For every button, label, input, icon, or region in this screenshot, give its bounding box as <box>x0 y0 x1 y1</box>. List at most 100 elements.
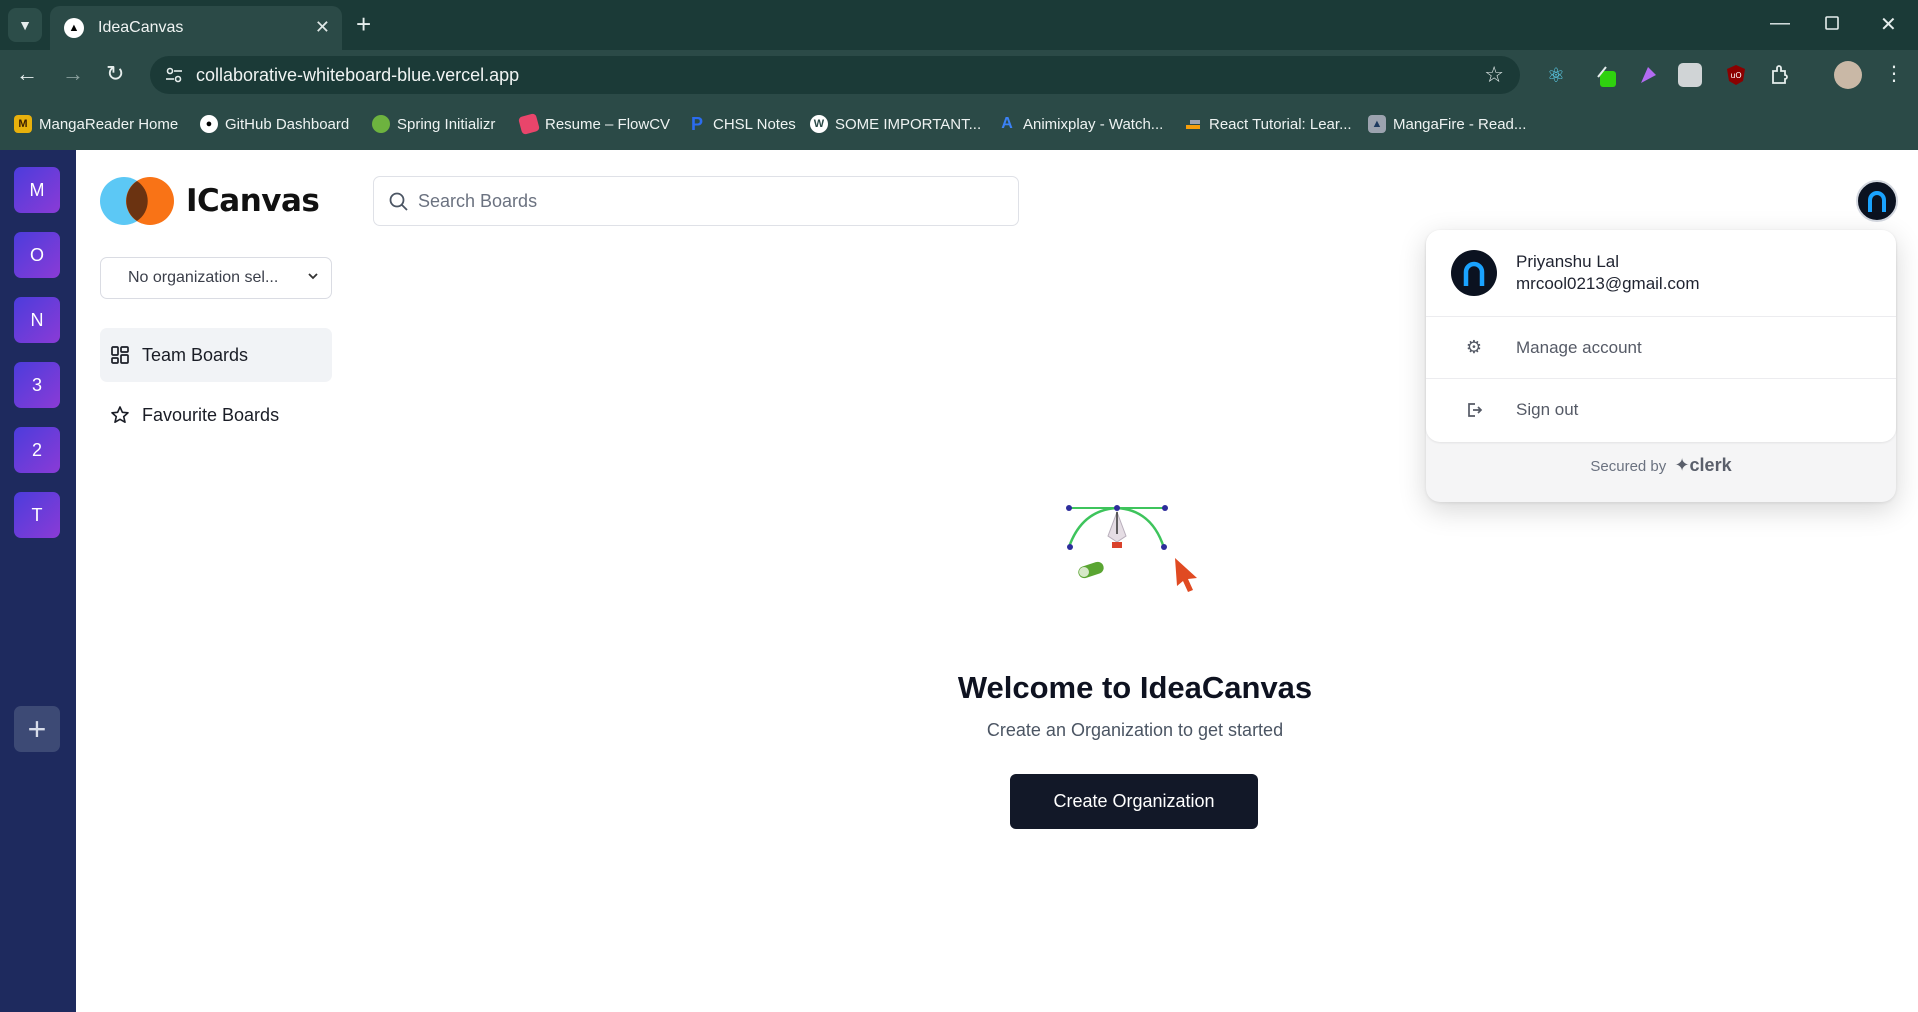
mangafire-icon: ▲ <box>1368 115 1386 133</box>
user-email: mrcool0213@gmail.com <box>1516 274 1700 293</box>
user-button[interactable] <box>1856 180 1898 222</box>
create-organization-button[interactable]: Create Organization <box>1010 774 1258 829</box>
org-item-n[interactable]: N <box>14 297 60 343</box>
wordpress-icon: W <box>810 115 828 133</box>
star-icon <box>110 405 130 425</box>
welcome-subtitle: Create an Organization to get started <box>986 720 1284 740</box>
bookmark-label: GitHub Dashboard <box>225 115 350 133</box>
window-close-icon[interactable]: ✕ <box>1880 12 1897 37</box>
bookmark-label: CHSL Notes <box>713 115 796 133</box>
forward-arrow-icon[interactable]: → <box>62 62 84 86</box>
search-boards[interactable] <box>373 176 1019 226</box>
nav-favourite-boards[interactable]: Favourite Boards <box>100 388 332 442</box>
secured-by-text: Secured by <box>1590 458 1667 475</box>
back-arrow-icon[interactable]: ← <box>16 62 38 86</box>
extension-purple-icon[interactable] <box>1636 63 1660 87</box>
notes-icon: P <box>690 113 703 134</box>
sign-out-label: Sign out <box>1516 399 1579 419</box>
maximize-icon[interactable] <box>1824 14 1840 37</box>
bookmark-item[interactable]: React Tutorial: Lear... <box>1184 115 1352 133</box>
app-logo[interactable]: ICanvas <box>100 177 320 225</box>
manga-icon: M <box>14 115 32 133</box>
browser-toolbar: ← → ↻ collaborative-whiteboard-blue.verc… <box>0 50 1918 100</box>
user-menu-popover: Priyanshu Lal mrcool0213@gmail.com ⚙ Man… <box>1426 230 1896 502</box>
bookmark-star-icon[interactable]: ☆ <box>1484 62 1504 88</box>
bookmark-label: Resume – FlowCV <box>545 115 671 133</box>
url-text: collaborative-whiteboard-blue.vercel.app <box>196 65 520 85</box>
secured-by-clerk: Secured by ✦clerk <box>1426 455 1896 476</box>
profile-avatar-icon[interactable] <box>1834 61 1862 89</box>
grid-icon <box>110 345 130 365</box>
boards-sidebar: ICanvas No organization sel... Team Boar… <box>76 150 346 1012</box>
sign-out-icon <box>1464 400 1484 420</box>
ublock-icon[interactable]: uO <box>1724 63 1748 87</box>
vercel-favicon-icon: ▲ <box>64 18 84 38</box>
sign-out-button[interactable]: Sign out <box>1426 378 1896 440</box>
bookmark-label: SOME IMPORTANT... <box>835 115 982 133</box>
close-icon[interactable]: ✕ <box>315 17 330 38</box>
chevron-down-icon <box>307 270 319 285</box>
organization-sidebar: M O N 3 2 T + <box>0 150 76 1012</box>
clerk-logo-icon: ✦ <box>1674 455 1690 475</box>
pen-tool-illustration-icon <box>1066 505 1197 592</box>
nav-team-boards[interactable]: Team Boards <box>100 328 332 382</box>
react-bookmark-icon <box>1184 115 1202 133</box>
svg-text:uO: uO <box>1730 71 1741 80</box>
user-avatar-icon <box>1868 191 1886 212</box>
minimize-icon[interactable]: — <box>1770 12 1790 35</box>
bookmark-item[interactable]: A Animixplay - Watch... <box>998 115 1163 133</box>
search-icon <box>388 191 410 213</box>
org-item-o[interactable]: O <box>14 232 60 278</box>
react-devtools-icon[interactable]: ⚛ <box>1544 63 1568 87</box>
extension-gray-icon[interactable] <box>1678 63 1702 87</box>
chevron-down-icon: ▼ <box>18 17 32 33</box>
spring-icon <box>372 115 390 133</box>
bookmark-item[interactable]: P CHSL Notes <box>688 113 796 134</box>
search-input[interactable] <box>418 177 998 225</box>
logo-text: ICanvas <box>186 183 320 219</box>
browser-tab[interactable]: ▲ IdeaCanvas ✕ <box>50 6 342 50</box>
manage-account-button[interactable]: ⚙ Manage account <box>1426 316 1896 378</box>
reload-icon[interactable]: ↻ <box>106 62 124 86</box>
user-menu-card: Priyanshu Lal mrcool0213@gmail.com ⚙ Man… <box>1426 230 1896 442</box>
tab-title: IdeaCanvas <box>98 19 184 36</box>
bookmark-label: Animixplay - Watch... <box>1023 115 1164 133</box>
org-item-2[interactable]: 2 <box>14 427 60 473</box>
manage-account-label: Manage account <box>1516 337 1642 357</box>
browser-menu-icon[interactable]: ⋮ <box>1884 62 1904 86</box>
add-organization-button[interactable]: + <box>14 706 60 752</box>
bookmark-label: MangaFire - Read... <box>1393 115 1527 133</box>
nav-label: Favourite Boards <box>142 404 280 425</box>
gear-icon: ⚙ <box>1465 337 1483 357</box>
org-select-label: No organization sel... <box>128 269 279 286</box>
bookmark-item[interactable]: W SOME IMPORTANT... <box>810 115 981 133</box>
github-icon: ● <box>200 115 218 133</box>
extensions-puzzle-icon[interactable] <box>1768 63 1792 87</box>
org-item-m[interactable]: M <box>14 167 60 213</box>
bookmark-item[interactable]: ▲ MangaFire - Read... <box>1368 115 1526 133</box>
avatar <box>1451 250 1497 296</box>
bookmarks-bar: M MangaReader Home ● GitHub Dashboard Sp… <box>0 100 1918 150</box>
site-settings-icon[interactable] <box>164 65 184 85</box>
bookmark-label: React Tutorial: Lear... <box>1209 115 1352 133</box>
bookmark-item[interactable]: ● GitHub Dashboard <box>200 115 349 133</box>
welcome-title: Welcome to IdeaCanvas <box>957 670 1313 705</box>
browser-tab-bar: ▼ ▲ IdeaCanvas ✕ + — ✕ <box>0 0 1918 50</box>
org-item-3[interactable]: 3 <box>14 362 60 408</box>
bookmark-item[interactable]: Spring Initializr <box>372 115 495 133</box>
logo-icon <box>100 177 174 225</box>
new-tab-button[interactable]: + <box>356 10 371 38</box>
extension-green-icon[interactable] <box>1596 63 1620 87</box>
bookmark-item[interactable]: Resume – FlowCV <box>517 112 671 136</box>
animix-icon: A <box>1001 115 1013 132</box>
clerk-brand: clerk <box>1689 455 1732 475</box>
tab-search-button[interactable]: ▼ <box>8 8 42 42</box>
bookmark-label: MangaReader Home <box>39 115 179 133</box>
org-item-t[interactable]: T <box>14 492 60 538</box>
user-name: Priyanshu Lal <box>1516 252 1620 271</box>
bookmark-item[interactable]: M MangaReader Home <box>14 115 178 133</box>
address-bar[interactable]: collaborative-whiteboard-blue.vercel.app… <box>150 56 1520 94</box>
organization-switcher[interactable]: No organization sel... <box>100 257 332 299</box>
bookmark-label: Spring Initializr <box>397 115 496 133</box>
flowcv-icon <box>517 112 541 136</box>
